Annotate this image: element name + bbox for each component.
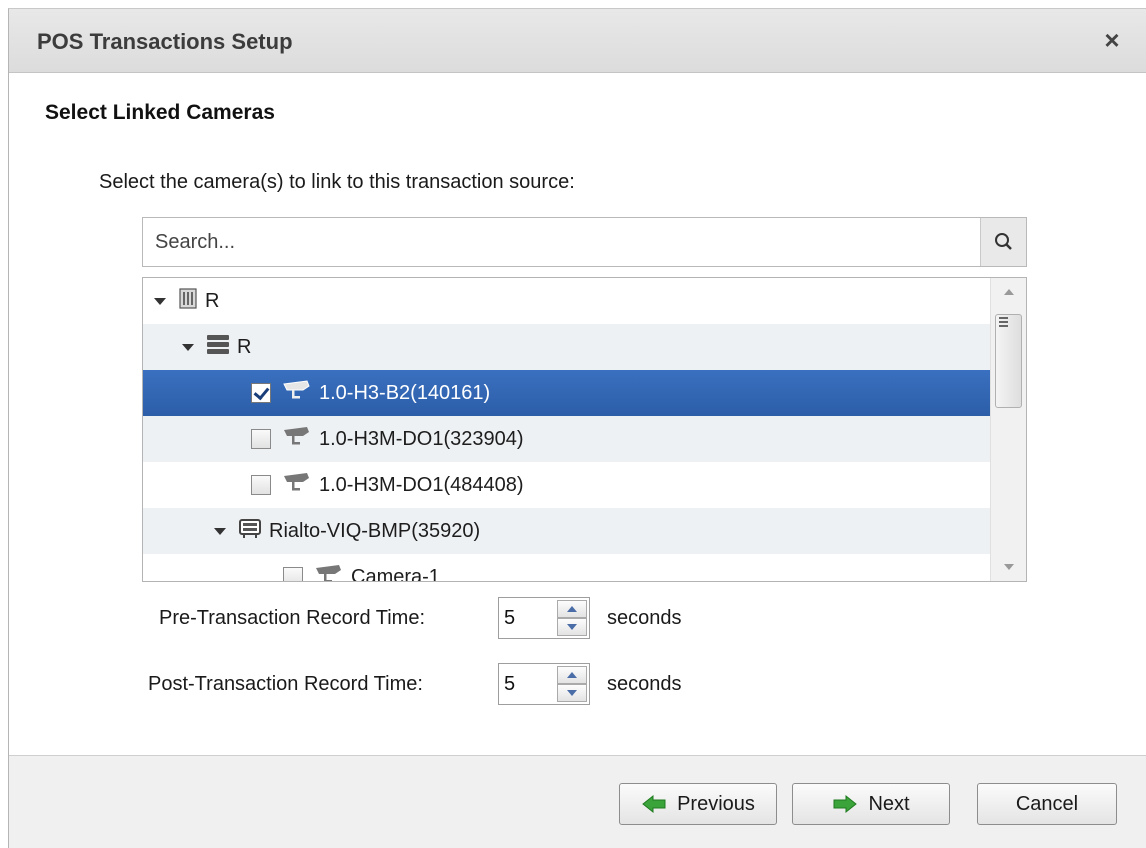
cancel-button[interactable]: Cancel bbox=[977, 783, 1117, 825]
tree-row-server[interactable]: R bbox=[143, 324, 990, 370]
expand-arrow-icon[interactable] bbox=[181, 324, 195, 370]
expand-arrow-icon[interactable] bbox=[153, 278, 167, 324]
pre-transaction-stepper bbox=[498, 597, 590, 639]
tree-row-camera-2[interactable]: 1.0-H3M-DO1(323904) bbox=[143, 416, 990, 462]
search-icon bbox=[995, 233, 1012, 250]
site-icon bbox=[177, 286, 199, 316]
search-box bbox=[142, 217, 1027, 267]
camera-checkbox[interactable] bbox=[283, 567, 303, 581]
cancel-label: Cancel bbox=[1015, 792, 1079, 815]
camera-checkbox[interactable] bbox=[251, 475, 271, 495]
camera-tree: R R 1.0-H3-B2(140161) 1.0-H3M-DO1(323904… bbox=[142, 277, 1027, 582]
section-title: Select Linked Cameras bbox=[45, 101, 275, 124]
tree-row-label: Camera-1 bbox=[351, 565, 440, 582]
previous-button[interactable]: Previous bbox=[619, 783, 777, 825]
instruction-text: Select the camera(s) to link to this tra… bbox=[99, 171, 575, 193]
tree-row-label: 1.0-H3M-DO1(484408) bbox=[319, 473, 524, 496]
camera-icon bbox=[313, 562, 345, 581]
camera-icon bbox=[281, 424, 313, 454]
post-transaction-stepper bbox=[498, 663, 590, 705]
increment-icon[interactable] bbox=[557, 600, 587, 618]
search-input[interactable] bbox=[143, 218, 981, 266]
scroll-thumb[interactable] bbox=[995, 314, 1022, 408]
arrow-left-icon bbox=[641, 794, 667, 814]
server-icon bbox=[205, 333, 231, 361]
next-label: Next bbox=[868, 792, 910, 815]
post-transaction-unit: seconds bbox=[607, 673, 682, 695]
previous-label: Previous bbox=[677, 792, 755, 815]
next-button[interactable]: Next bbox=[792, 783, 950, 825]
arrow-right-icon bbox=[832, 794, 858, 814]
pos-transactions-dialog: POS Transactions Setup × Select Linked C… bbox=[8, 8, 1146, 848]
tree-row-label: R bbox=[237, 335, 252, 358]
tree-row-camera-4[interactable]: Camera-1 bbox=[143, 554, 990, 582]
camera-checkbox[interactable] bbox=[251, 383, 271, 403]
tree-scrollbar[interactable] bbox=[990, 278, 1026, 581]
increment-icon[interactable] bbox=[557, 666, 587, 684]
appliance-icon bbox=[237, 516, 263, 546]
tree-row-camera-1[interactable]: 1.0-H3-B2(140161) bbox=[143, 370, 990, 416]
scroll-up-icon[interactable] bbox=[991, 278, 1026, 306]
close-icon[interactable]: × bbox=[1097, 23, 1127, 57]
post-transaction-label: Post-Transaction Record Time: bbox=[148, 673, 423, 695]
tree-row-site[interactable]: R bbox=[143, 278, 990, 324]
post-transaction-input[interactable] bbox=[499, 664, 555, 704]
pre-transaction-input[interactable] bbox=[499, 598, 555, 638]
decrement-icon[interactable] bbox=[557, 684, 587, 702]
scroll-grip-icon bbox=[999, 317, 1008, 319]
tree-row-camera-3[interactable]: 1.0-H3M-DO1(484408) bbox=[143, 462, 990, 508]
dialog-footer: Previous Next Cancel bbox=[9, 755, 1146, 848]
tree-row-label: R bbox=[205, 289, 220, 312]
tree-row-label: 1.0-H3M-DO1(323904) bbox=[319, 427, 524, 450]
expand-arrow-icon[interactable] bbox=[213, 508, 227, 554]
title-bar: POS Transactions Setup × bbox=[9, 9, 1146, 73]
tree-row-appliance[interactable]: Rialto-VIQ-BMP(35920) bbox=[143, 508, 990, 554]
pre-transaction-label: Pre-Transaction Record Time: bbox=[159, 607, 426, 629]
dialog-title: POS Transactions Setup bbox=[37, 29, 293, 54]
camera-checkbox[interactable] bbox=[251, 429, 271, 449]
camera-icon bbox=[281, 470, 313, 500]
decrement-icon[interactable] bbox=[557, 618, 587, 636]
pre-transaction-unit: seconds bbox=[607, 607, 682, 629]
scroll-down-icon[interactable] bbox=[991, 553, 1026, 581]
tree-row-label: Rialto-VIQ-BMP(35920) bbox=[269, 519, 481, 542]
tree-row-label: 1.0-H3-B2(140161) bbox=[319, 381, 491, 404]
search-button[interactable] bbox=[980, 218, 1026, 266]
camera-icon bbox=[281, 378, 313, 408]
